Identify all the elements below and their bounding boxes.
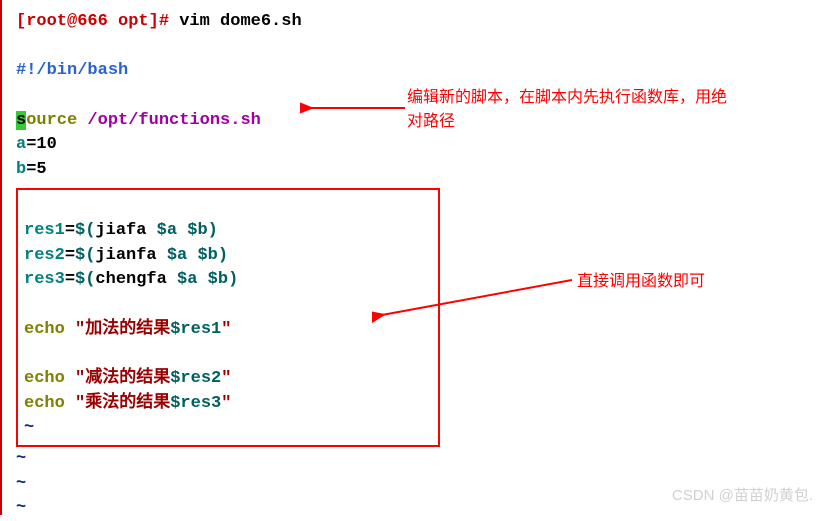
source-path: /opt/functions.sh — [87, 111, 260, 130]
var-a-line: a=10 — [16, 133, 813, 158]
blank-line — [24, 342, 432, 367]
blank-line — [24, 293, 432, 318]
shebang-line: #!/bin/bash — [16, 59, 813, 84]
res1-line: res1=$(jiafa $a $b) — [24, 219, 432, 244]
vim-tilde: ~ — [16, 447, 813, 472]
res2-line: res2=$(jianfa $a $b) — [24, 244, 432, 269]
res3-line: res3=$(chengfa $a $b) — [24, 268, 432, 293]
prompt-line: [root@666 opt]# vim dome6.sh — [16, 10, 813, 35]
echo3-line: echo "乘法的结果$res3" — [24, 392, 432, 417]
vim-tilde: ~ — [24, 416, 432, 441]
prompt-userhost: [root@666 opt]# — [16, 12, 169, 31]
blank-line — [16, 35, 813, 60]
watermark: CSDN @苗苗奶黄包. — [672, 484, 813, 505]
echo2-line: echo "减法的结果$res2" — [24, 367, 432, 392]
annotation-1: 编辑新的脚本，在脚本内先执行函数库，用绝 对路径 — [407, 86, 727, 134]
var-b-line: b=5 — [16, 158, 813, 183]
annotation-2: 直接调用函数即可 — [577, 270, 705, 294]
call-box: res1=$(jiafa $a $b) res2=$(jianfa $a $b)… — [16, 188, 440, 446]
prompt-command: vim dome6.sh — [179, 12, 301, 31]
cursor: s — [16, 111, 26, 130]
blank-line — [24, 194, 432, 219]
echo1-line: echo "加法的结果$res1" — [24, 318, 432, 343]
